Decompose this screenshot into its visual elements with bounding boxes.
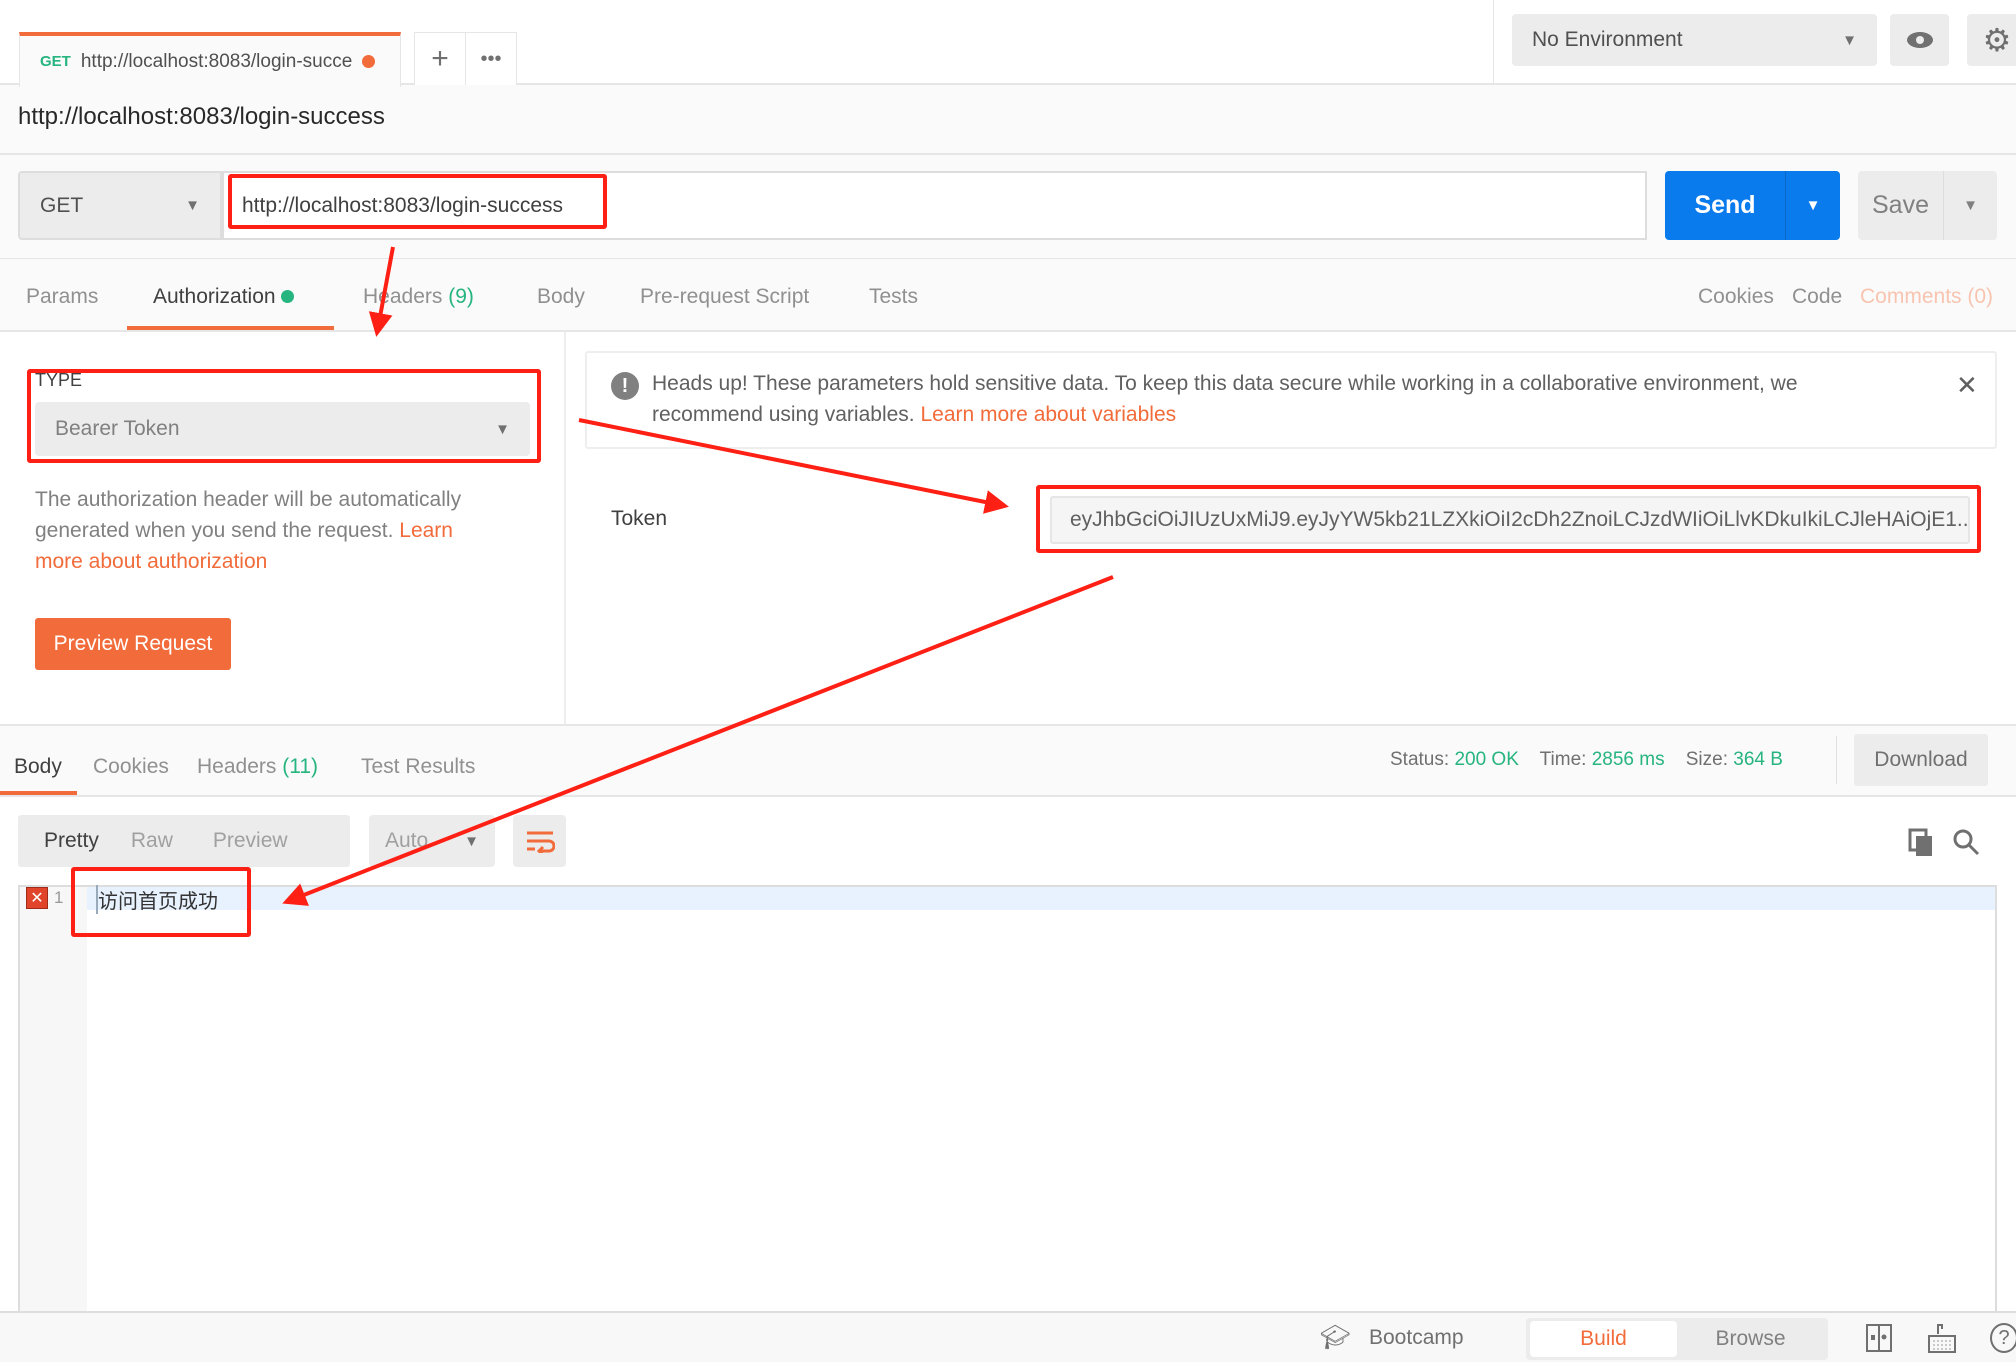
tab-body[interactable]: Body [537, 285, 585, 309]
chevron-down-icon: ▼ [464, 832, 479, 850]
wrap-lines-button[interactable] [513, 815, 566, 867]
auth-type-value: Bearer Token [55, 417, 180, 440]
chevron-down-icon: ▼ [495, 420, 510, 438]
bootcamp-link[interactable]: Bootcamp [1369, 1326, 1464, 1350]
description-text: The authorization header will be automat… [35, 488, 462, 542]
tab-headers[interactable]: Headers (9) [363, 285, 474, 309]
tab-method: GET [40, 53, 71, 70]
token-input[interactable]: eyJhbGciOiJIUzUxMiJ9.eyJyYW5kb21LZXkiOiI… [1050, 496, 1970, 544]
size-value: 364 B [1733, 749, 1783, 770]
build-button[interactable]: Build [1530, 1321, 1677, 1357]
save-button-group: Save ▼ [1858, 171, 1997, 240]
settings-button[interactable]: ⚙ [1967, 14, 2016, 66]
more-tabs-button[interactable]: ••• [465, 32, 517, 85]
save-button[interactable]: Save [1858, 171, 1944, 240]
divider [0, 258, 2016, 259]
environment-value: No Environment [1532, 28, 1683, 51]
send-button[interactable]: Send [1665, 171, 1786, 240]
response-body-text: 访问首页成功 [96, 885, 218, 914]
eye-button[interactable] [1890, 14, 1949, 66]
url-value: http://localhost:8083/login-success [242, 193, 564, 217]
code-link[interactable]: Code [1792, 285, 1842, 309]
type-label: TYPE [35, 370, 83, 390]
wrap-icon [526, 831, 555, 853]
tab-tests[interactable]: Tests [869, 285, 918, 309]
divider [1836, 736, 1837, 784]
tab-authorization[interactable]: Authorization [153, 285, 295, 309]
token-label: Token [611, 507, 668, 530]
comments-link[interactable]: Comments (0) [1860, 285, 1993, 309]
divider [0, 724, 2016, 726]
eye-icon [1906, 32, 1933, 48]
format-group: Pretty Raw Preview [18, 815, 350, 867]
send-button-group: Send ▼ [1665, 171, 1840, 240]
browse-button[interactable]: Browse [1677, 1321, 1824, 1357]
chevron-down-icon: ▼ [1842, 31, 1857, 49]
url-input[interactable]: http://localhost:8083/login-success [222, 171, 1647, 240]
help-icon[interactable]: ? [1990, 1323, 2016, 1353]
close-icon[interactable]: ✕ [1956, 370, 1978, 401]
alert-icon: ! [611, 372, 639, 400]
response-editor[interactable] [18, 885, 1997, 1311]
request-title: http://localhost:8083/login-success [18, 103, 385, 130]
tab-pre-request-script[interactable]: Pre-request Script [640, 285, 809, 309]
format-pretty[interactable]: Pretty [18, 829, 125, 853]
error-icon: ✕ [26, 887, 48, 909]
send-options-button[interactable]: ▼ [1786, 171, 1840, 240]
unsaved-dot-icon [362, 55, 376, 68]
environment-select[interactable]: No Environment ▼ [1512, 14, 1877, 66]
active-line-highlight [87, 887, 1995, 910]
headers-count: (11) [282, 755, 319, 778]
divider [1493, 0, 1494, 85]
auth-description: The authorization header will be automat… [35, 484, 505, 577]
headers-count: (9) [448, 285, 474, 308]
line-number: 1 [54, 888, 64, 907]
language-value: Auto [385, 829, 429, 852]
keyboard-icon[interactable] [1928, 1322, 1956, 1360]
tab-label: Headers [363, 285, 443, 308]
request-tab[interactable]: GET http://localhost:8083/login-succe [19, 32, 401, 87]
editor-gutter [20, 887, 87, 1311]
response-tab-headers[interactable]: Headers (11) [197, 755, 318, 779]
alert-message: Heads up! These parameters hold sensitiv… [652, 372, 1798, 426]
language-select[interactable]: Auto ▼ [369, 815, 495, 867]
cookies-link[interactable]: Cookies [1698, 285, 1774, 309]
preview-request-button[interactable]: Preview Request [35, 618, 231, 670]
divider [0, 153, 2016, 155]
copy-icon[interactable] [1908, 828, 1934, 862]
response-tab-body[interactable]: Body [14, 755, 62, 779]
size-label: Size: [1685, 749, 1728, 770]
status-value: 200 OK [1454, 749, 1519, 770]
graduation-cap-icon: 🎓︎ [1320, 1324, 1351, 1351]
chevron-down-icon: ▼ [1805, 197, 1821, 214]
token-value: eyJhbGciOiJIUzUxMiJ9.eyJyYW5kb21LZXkiOiI… [1070, 508, 1970, 531]
new-tab-button[interactable]: + [414, 32, 466, 85]
tab-label: Authorization [153, 285, 276, 308]
chevron-down-icon: ▼ [1963, 197, 1978, 214]
format-raw[interactable]: Raw [125, 829, 199, 853]
status-label: Status: [1390, 749, 1450, 770]
chevron-down-icon: ▼ [185, 197, 200, 214]
response-tab-test-results[interactable]: Test Results [361, 755, 475, 779]
method-select[interactable]: GET ▼ [18, 171, 222, 240]
auth-type-select[interactable]: Bearer Token ▼ [35, 402, 530, 456]
format-preview[interactable]: Preview [199, 829, 302, 853]
tab-params[interactable]: Params [26, 285, 98, 309]
method-value: GET [40, 193, 84, 217]
time-label: Time: [1539, 749, 1587, 770]
time-value: 2856 ms [1591, 749, 1665, 770]
save-options-button[interactable]: ▼ [1944, 171, 1997, 240]
tab-label: Headers [197, 755, 277, 778]
tab-title: http://localhost:8083/login-succe [80, 50, 353, 72]
status-dot-icon [281, 290, 295, 303]
gear-icon: ⚙ [1982, 22, 2012, 58]
two-pane-icon[interactable] [1866, 1324, 1892, 1358]
download-button[interactable]: Download [1854, 734, 1988, 786]
response-meta: Status: 200 OK Time: 2856 ms Size: 364 B [1390, 749, 1783, 771]
learn-more-variables-link[interactable]: Learn more about variables [920, 403, 1176, 426]
response-tab-cookies[interactable]: Cookies [93, 755, 169, 779]
search-icon[interactable] [1952, 828, 1980, 862]
alert-text: Heads up! These parameters hold sensitiv… [652, 368, 1892, 430]
